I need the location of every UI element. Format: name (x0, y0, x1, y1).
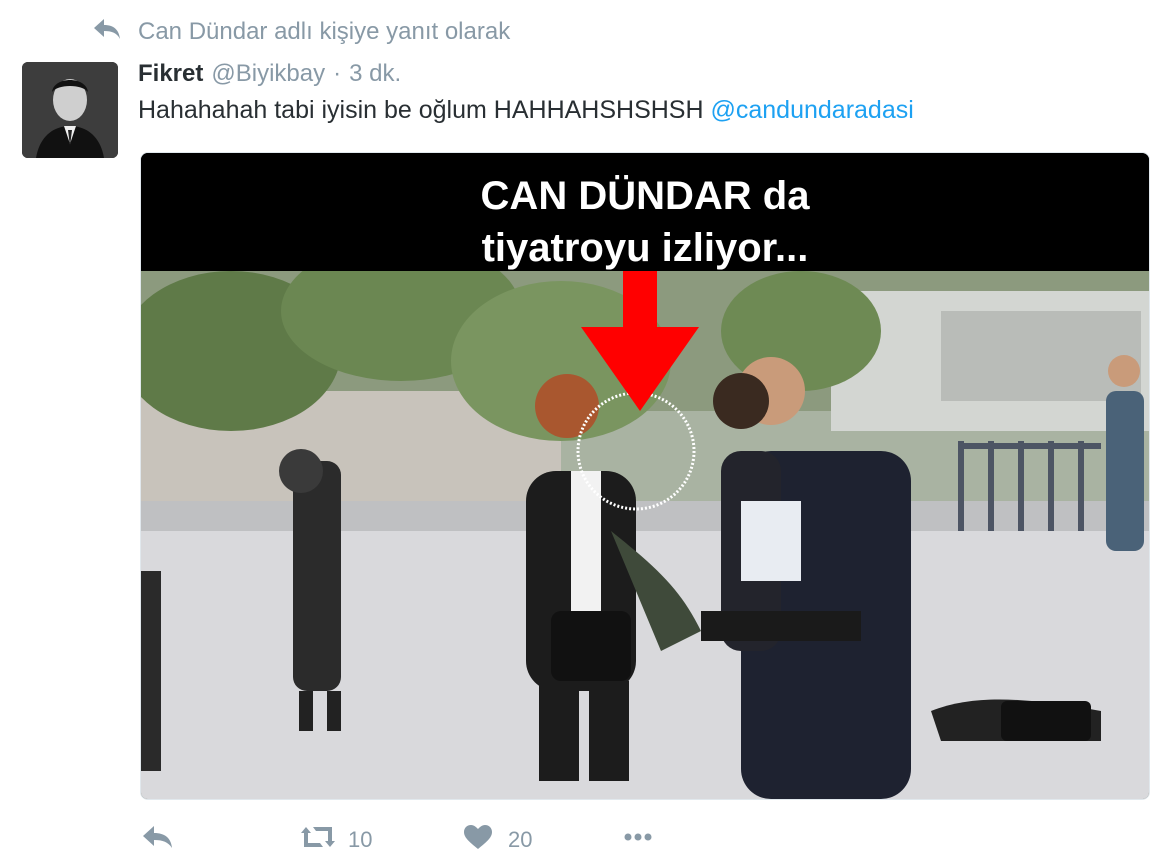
tweet-actions: 10 20 (140, 820, 656, 860)
reply-icon (140, 823, 176, 857)
timestamp[interactable]: 3 dk. (349, 60, 401, 88)
more-button[interactable] (620, 823, 656, 857)
tweet-text-body: Hahahahah tabi iyisin be oğlum HAHHAHSHS… (138, 96, 711, 124)
display-name[interactable]: Fikret (138, 60, 203, 88)
reply-button[interactable] (140, 823, 300, 857)
reply-icon (92, 17, 122, 48)
reply-context-text[interactable]: Can Dündar adlı kişiye yanıt olarak (138, 18, 510, 46)
like-count: 20 (508, 827, 533, 852)
avatar[interactable] (22, 62, 118, 158)
handle[interactable]: @Biyikbay (211, 60, 325, 88)
mention-link[interactable]: @candundaradasi (711, 96, 914, 124)
red-arrow-icon (581, 271, 699, 411)
caption-line-2: tiyatroyu izliyor... (481, 226, 809, 270)
caption-line-1: CAN DÜNDAR da (480, 174, 810, 218)
tweet-header: Fikret @Biyikbay · 3 dk. (138, 60, 401, 92)
retweet-count: 10 (348, 827, 373, 852)
retweet-button[interactable]: 10 (300, 823, 460, 857)
heart-icon (460, 823, 496, 857)
separator: · (333, 60, 342, 87)
retweet-icon (300, 823, 336, 857)
reply-context: Can Dündar adlı kişiye yanıt olarak (92, 16, 510, 48)
media-caption: CAN DÜNDAR da tiyatroyu izliyor... (141, 153, 1149, 271)
more-icon (620, 823, 656, 857)
tweet-media[interactable]: CAN DÜNDAR da tiyatroyu izliyor... (140, 152, 1150, 800)
tweet-text: Hahahahah tabi iyisin be oğlum HAHHAHSHS… (138, 96, 914, 125)
like-button[interactable]: 20 (460, 823, 620, 857)
